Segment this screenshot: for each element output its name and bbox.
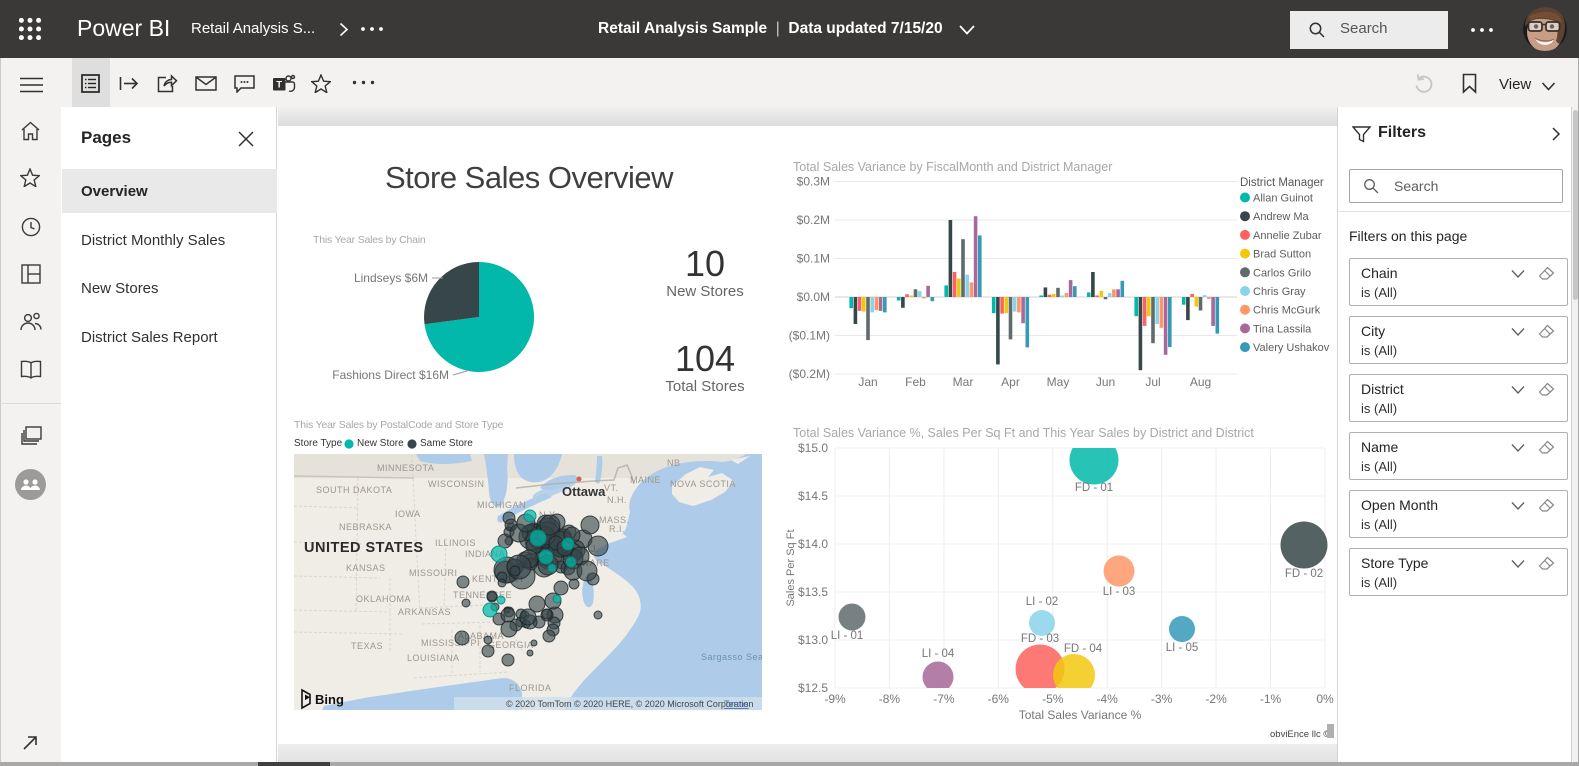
svg-text:0%: 0% bbox=[1316, 692, 1334, 706]
svg-text:-5%: -5% bbox=[1042, 692, 1064, 706]
svg-text:-8%: -8% bbox=[879, 692, 901, 706]
svg-text:$14.0: $14.0 bbox=[798, 537, 828, 551]
svg-text:-1%: -1% bbox=[1260, 692, 1282, 706]
svg-text:FD - 02: FD - 02 bbox=[1285, 568, 1323, 580]
svg-text:-4%: -4% bbox=[1097, 692, 1119, 706]
svg-text:-7%: -7% bbox=[933, 692, 955, 706]
svg-text:LI - 01: LI - 01 bbox=[831, 630, 864, 642]
svg-text:FD - 04: FD - 04 bbox=[1064, 643, 1103, 655]
svg-text:Total Sales Variance %, Sales: Total Sales Variance %, Sales Per Sq Ft … bbox=[793, 426, 1254, 440]
svg-text:FD - 01: FD - 01 bbox=[1075, 482, 1113, 494]
svg-text:Sales Per Sq Ft: Sales Per Sq Ft bbox=[785, 529, 797, 606]
svg-text:LI - 02: LI - 02 bbox=[1026, 596, 1059, 608]
svg-text:LI - 04: LI - 04 bbox=[922, 648, 955, 660]
svg-text:$13.5: $13.5 bbox=[798, 585, 828, 599]
svg-text:$14.5: $14.5 bbox=[798, 489, 828, 503]
svg-text:LI - 05: LI - 05 bbox=[1166, 642, 1199, 654]
svg-text:-3%: -3% bbox=[1151, 692, 1173, 706]
svg-text:-6%: -6% bbox=[988, 692, 1010, 706]
svg-text:FD - 03: FD - 03 bbox=[1021, 633, 1059, 645]
svg-text:$12.5: $12.5 bbox=[798, 681, 828, 695]
svg-text:$15.0: $15.0 bbox=[798, 441, 828, 455]
svg-text:Total Sales Variance %: Total Sales Variance % bbox=[1019, 708, 1142, 722]
svg-text:$13.0: $13.0 bbox=[798, 633, 828, 647]
svg-text:LI - 03: LI - 03 bbox=[1103, 586, 1136, 598]
svg-text:-2%: -2% bbox=[1205, 692, 1227, 706]
